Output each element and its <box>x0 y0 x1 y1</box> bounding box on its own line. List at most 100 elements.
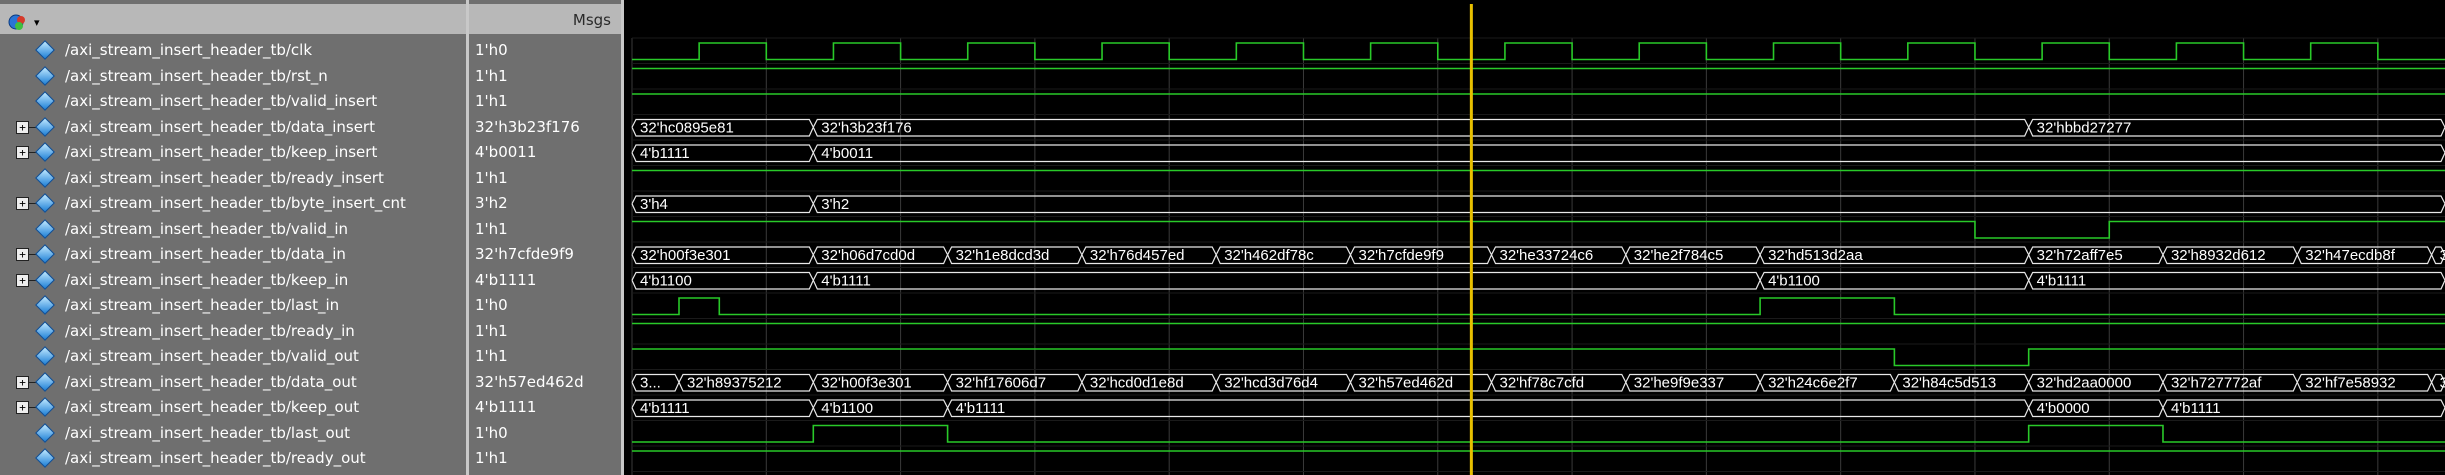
bus-value-label: 32'hf7e58932 <box>2305 374 2395 391</box>
signal-name: /axi_stream_insert_header_tb/valid_inser… <box>65 92 378 110</box>
signal-diamond-icon <box>35 244 55 264</box>
bus-segment <box>812 144 2445 163</box>
signal-value: 1'h0 <box>475 296 508 314</box>
signal-row[interactable]: /axi_stream_insert_header_tb/valid_out <box>0 344 466 369</box>
bus-value-label: 32'hcd0d1e8d <box>1090 374 1184 391</box>
signal-value: 32'h57ed462d <box>475 372 584 391</box>
signal-diamond-icon <box>35 65 55 86</box>
signal-name: /axi_stream_insert_header_tb/data_out <box>65 372 357 391</box>
waveform-pane[interactable]: 32'hc0895e81 32'h3b23f176 32'hbbd27277 4'b1… <box>624 0 2445 475</box>
bus-value-label: 32'hd2aa0000 <box>2037 374 2132 391</box>
signal-value-row: 4'b1111 <box>469 268 621 293</box>
bus-value-label: 32'h462df78c <box>1224 247 1314 264</box>
bus-value-label: 32'h06d7cd0d <box>821 247 915 264</box>
signal-row[interactable]: /axi_stream_insert_header_tb/ready_inser… <box>0 166 466 191</box>
signal-value-row: 1'h1 <box>469 89 621 114</box>
signal-name: /axi_stream_insert_header_tb/data_insert <box>65 117 375 136</box>
signal-row[interactable]: +/axi_stream_insert_header_tb/data_inser… <box>0 115 466 140</box>
bus-segment <box>2028 271 2445 290</box>
bus-value-label: 32'he2f784c5 <box>1634 247 1724 264</box>
signal-value: 1'h1 <box>475 219 508 238</box>
signal-diamond-icon <box>35 40 55 60</box>
signal-name: /axi_stream_insert_header_tb/data_in <box>65 245 346 263</box>
bus-value-label: 3... <box>640 374 661 391</box>
bus-value-label: 32'hbbd27277 <box>2037 119 2132 136</box>
signal-name: /axi_stream_insert_header_tb/keep_out <box>65 398 360 416</box>
signal-value-row: 32'h57ed462d <box>469 370 621 395</box>
signal-row[interactable]: /axi_stream_insert_header_tb/last_out <box>0 421 466 446</box>
wave-trace <box>632 424 2445 443</box>
signal-diamond-icon <box>35 295 55 315</box>
bus-value-label: 32'h72aff7e5 <box>2037 247 2123 264</box>
signal-value-row: 32'h3b23f176 <box>469 115 621 140</box>
bus-value-label: 32'h84c5d513 <box>1902 374 1996 391</box>
bus-value-label: 32'hcd3d76d4 <box>1224 374 1318 391</box>
signal-diamond-icon <box>35 320 55 341</box>
bus-value-label: 32'h24c6e2f7 <box>1768 374 1858 391</box>
signal-row[interactable]: /axi_stream_insert_header_tb/ready_in <box>0 319 466 344</box>
signal-row[interactable]: +/axi_stream_insert_header_tb/keep_out <box>0 395 466 420</box>
signal-pane-toolbar: ▾ <box>0 4 466 34</box>
signal-value: 4'b0011 <box>475 143 537 161</box>
bus-value-label: 32'h00f3e301 <box>821 374 911 391</box>
bus-value-label: 32'h89375212 <box>687 374 782 391</box>
signal-value-row: 1'h1 <box>469 217 621 242</box>
signal-value: 4'b1111 <box>475 270 537 289</box>
signal-row[interactable]: +/axi_stream_insert_header_tb/keep_in <box>0 268 466 293</box>
signal-diamond-icon <box>35 422 55 443</box>
bus-value-label: 4'b1111 <box>821 272 871 289</box>
signal-diamond-icon <box>35 218 55 239</box>
wave-trace <box>632 297 2445 316</box>
bus-value-label: 4'b0000 <box>2037 400 2090 417</box>
bus-value-label: 32'he33724c6 <box>1499 247 1593 264</box>
signal-row[interactable]: /axi_stream_insert_header_tb/valid_inser… <box>0 89 466 114</box>
bus-value-label: 32'h7cfde9f9 <box>1358 247 1443 264</box>
bus-value-label: 4'b1111 <box>640 145 690 162</box>
signal-name-pane[interactable]: ▾ /axi_stream_insert_header_tb/clk/axi_s… <box>0 0 466 475</box>
msgs-header: Msgs <box>469 4 621 34</box>
signal-value: 32'h3b23f176 <box>475 117 580 136</box>
msgs-label: Msgs <box>572 11 611 29</box>
signal-row[interactable]: +/axi_stream_insert_header_tb/keep_inser… <box>0 140 466 165</box>
signal-value: 1'h0 <box>475 41 508 59</box>
signal-value-row: 1'h0 <box>469 293 621 318</box>
wave-add-icon[interactable] <box>8 12 28 32</box>
bus-value-label: 32'h8932d612 <box>2171 247 2266 264</box>
bus-value-label: 32'h727772af <box>2171 374 2262 391</box>
signal-value-row: 4'b1111 <box>469 395 621 420</box>
bus-value-label: 4'b1100 <box>640 272 692 289</box>
bus-value-label: 4'b0011 <box>821 145 873 162</box>
signal-value-row: 3'h2 <box>469 191 621 216</box>
bus-segment <box>812 195 2445 214</box>
bus-value-label: 3'h4 <box>640 196 668 213</box>
signal-value-row: 1'h0 <box>469 38 621 63</box>
bus-segment <box>947 399 2030 418</box>
bus-value-label: 32'h76d457ed <box>1090 247 1185 264</box>
signal-row[interactable]: /axi_stream_insert_header_tb/last_in <box>0 293 466 318</box>
signal-value-row: 1'h0 <box>469 421 621 446</box>
signal-diamond-icon <box>35 142 55 162</box>
signal-value: 3'h2 <box>475 194 508 212</box>
signal-value: 1'h0 <box>475 423 508 442</box>
signal-name: /axi_stream_insert_header_tb/last_in <box>65 296 340 314</box>
signal-diamond-icon <box>35 448 55 468</box>
bus-value-label: 32'hf17606d7 <box>956 374 1046 391</box>
signal-name: /axi_stream_insert_header_tb/valid_out <box>65 347 359 365</box>
waveform-canvas[interactable]: 32'hc0895e81 32'h3b23f176 32'hbbd27277 4'b1… <box>624 0 2445 475</box>
signal-diamond-icon <box>35 116 55 137</box>
signal-row[interactable]: /axi_stream_insert_header_tb/valid_in <box>0 217 466 242</box>
signal-row[interactable]: /axi_stream_insert_header_tb/rst_n <box>0 64 466 89</box>
signal-value: 1'h1 <box>475 66 508 85</box>
signal-row[interactable]: /axi_stream_insert_header_tb/ready_out <box>0 446 466 471</box>
signal-value: 1'h1 <box>475 92 508 110</box>
bus-segment <box>812 118 2030 137</box>
signal-value-row: 1'h1 <box>469 319 621 344</box>
signal-diamond-icon <box>35 193 55 213</box>
chevron-down-icon[interactable]: ▾ <box>34 16 40 29</box>
signal-row[interactable]: +/axi_stream_insert_header_tb/byte_inser… <box>0 191 466 216</box>
bus-segment <box>812 271 1761 290</box>
bus-value-label: 4'b1111 <box>956 400 1006 417</box>
signal-row[interactable]: +/axi_stream_insert_header_tb/data_in <box>0 242 466 267</box>
signal-row[interactable]: +/axi_stream_insert_header_tb/data_out <box>0 370 466 395</box>
signal-row[interactable]: /axi_stream_insert_header_tb/clk <box>0 38 466 63</box>
